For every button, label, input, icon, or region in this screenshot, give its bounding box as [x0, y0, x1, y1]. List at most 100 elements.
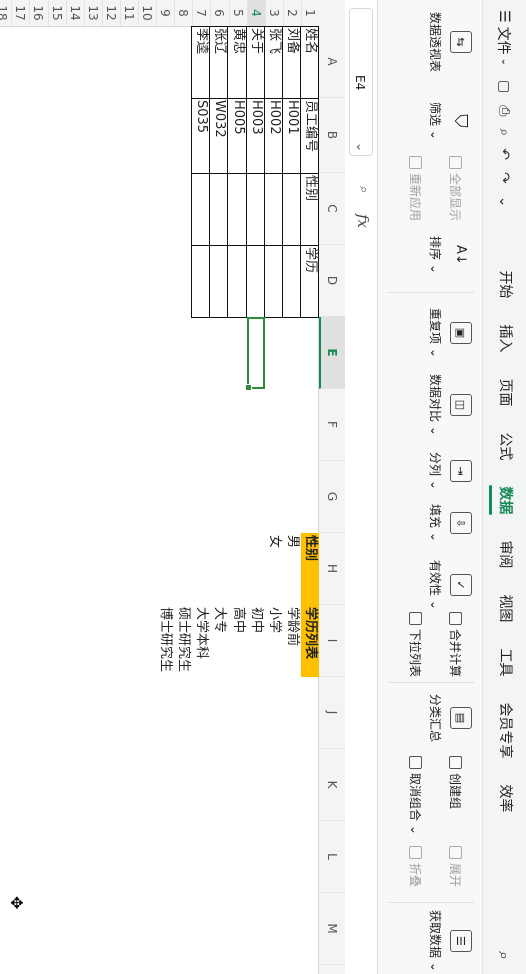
- get-data-button[interactable]: ☰ 获取数据 ⌄: [427, 910, 472, 972]
- tab-4[interactable]: 数据: [483, 473, 526, 527]
- column-header-e[interactable]: E: [319, 317, 345, 389]
- table-header-cell[interactable]: 性别: [301, 173, 319, 245]
- tab-5[interactable]: 审阅: [483, 527, 526, 581]
- table-cell[interactable]: S035: [192, 98, 210, 173]
- column-header-a[interactable]: A: [319, 26, 345, 98]
- ungroup-button[interactable]: 取消组合 ⌄: [407, 756, 424, 835]
- column-header-b[interactable]: B: [319, 98, 345, 173]
- print-preview-icon[interactable]: ⎙: [497, 105, 513, 116]
- edu-list-item[interactable]: 学龄前: [283, 605, 301, 677]
- compare-button[interactable]: ◫ 数据对比 ⌄: [427, 374, 472, 436]
- tab-9[interactable]: 效率: [483, 771, 526, 825]
- search-icon[interactable]: ⌕: [495, 951, 515, 960]
- dropdown-list-button[interactable]: 下拉列表: [407, 612, 424, 677]
- row-header-9[interactable]: 9: [156, 0, 175, 26]
- undo-icon[interactable]: ↶: [497, 148, 513, 160]
- edu-list-header[interactable]: 学历列表: [300, 605, 319, 677]
- cell-grid[interactable]: 姓名 员工编号 性别 学历 刘备 H001 张飞 H002 关于 H003 黄忠 H005 张辽 W032…: [0, 26, 319, 974]
- row-header-11[interactable]: 11: [119, 0, 138, 26]
- gender-list-item[interactable]: 男: [283, 533, 301, 605]
- redo-icon[interactable]: ↷: [497, 172, 513, 184]
- name-box-chevron-icon[interactable]: ⌄: [349, 142, 373, 152]
- row-header-2[interactable]: 2: [282, 0, 301, 26]
- zoom-find-icon[interactable]: ⌕: [356, 186, 371, 193]
- pivot-table-button[interactable]: ⇆ 数据透视表: [427, 12, 472, 72]
- tab-0[interactable]: 开始: [483, 257, 526, 311]
- table-cell[interactable]: 刘备: [283, 26, 301, 98]
- row-header-1[interactable]: 1: [300, 0, 319, 26]
- consolidate-button[interactable]: 合并计算: [447, 612, 464, 677]
- validity-button[interactable]: ✓ 有效性 ⌄: [427, 560, 472, 610]
- reapply-button[interactable]: 重新应用: [407, 156, 424, 221]
- tab-8[interactable]: 会员专享: [483, 689, 526, 771]
- tab-2[interactable]: 页面: [483, 365, 526, 419]
- name-box[interactable]: E4: [349, 8, 373, 156]
- column-header-d[interactable]: D: [319, 245, 345, 317]
- duplicates-button[interactable]: ▣ 重复项 ⌄: [427, 308, 472, 358]
- table-cell[interactable]: 关于: [247, 26, 265, 98]
- row-header-5[interactable]: 5: [228, 0, 247, 26]
- subtotal-button[interactable]: ▤ 分类汇总: [427, 694, 472, 742]
- column-header-l[interactable]: L: [319, 821, 345, 893]
- column-header-h[interactable]: H: [319, 533, 345, 605]
- tab-7[interactable]: 工具: [483, 635, 526, 689]
- edu-list-item[interactable]: 大专: [210, 605, 228, 677]
- row-header-10[interactable]: 10: [138, 0, 157, 26]
- collapse-button[interactable]: 折叠: [407, 846, 424, 887]
- expand-button[interactable]: 展开: [447, 846, 464, 887]
- table-cell[interactable]: H003: [247, 98, 265, 173]
- row-header-6[interactable]: 6: [210, 0, 229, 26]
- split-column-button[interactable]: ⇥ 分列 ⌄: [427, 452, 472, 490]
- row-header-17[interactable]: 17: [11, 0, 30, 26]
- table-header-cell[interactable]: 员工编号: [301, 98, 319, 173]
- gender-list-item[interactable]: 女: [265, 533, 283, 605]
- edu-list-item[interactable]: 大学本科: [192, 605, 210, 677]
- table-cell[interactable]: 张飞: [265, 26, 283, 98]
- selected-cell-e4[interactable]: [246, 317, 265, 389]
- column-header-k[interactable]: K: [319, 749, 345, 821]
- table-cell[interactable]: H001: [283, 98, 301, 173]
- table-cell[interactable]: 张辽: [210, 26, 228, 98]
- row-header-4[interactable]: 4: [246, 0, 265, 26]
- row-header-12[interactable]: 12: [101, 0, 120, 26]
- row-header-7[interactable]: 7: [192, 0, 211, 26]
- save-icon[interactable]: ▢: [497, 80, 513, 93]
- edu-list-item[interactable]: 高中: [229, 605, 247, 677]
- column-header-c[interactable]: C: [319, 173, 345, 245]
- table-cell[interactable]: 黄忠: [229, 26, 247, 98]
- tab-3[interactable]: 公式: [483, 419, 526, 473]
- fx-icon[interactable]: fx: [354, 214, 372, 228]
- table-header-cell[interactable]: 姓名: [301, 26, 319, 98]
- row-header-3[interactable]: 3: [264, 0, 283, 26]
- filter-button[interactable]: ⛉ 筛选 ⌄: [427, 102, 472, 140]
- table-cell[interactable]: W032: [210, 98, 228, 173]
- tab-6[interactable]: 视图: [483, 581, 526, 635]
- table-header-cell[interactable]: 学历: [301, 245, 319, 317]
- create-group-button[interactable]: 创建组: [447, 756, 464, 809]
- row-header-15[interactable]: 15: [47, 0, 66, 26]
- edu-list-item[interactable]: 博士研究生: [156, 605, 174, 677]
- table-cell[interactable]: H005: [229, 98, 247, 173]
- edu-list-item[interactable]: 初中: [247, 605, 265, 677]
- row-header-13[interactable]: 13: [83, 0, 102, 26]
- column-header-f[interactable]: F: [319, 389, 345, 461]
- row-header-16[interactable]: 16: [29, 0, 48, 26]
- chevron-down-icon[interactable]: ⌄: [499, 58, 510, 66]
- sort-button[interactable]: A↓ 排序 ⌄: [427, 236, 472, 274]
- column-header-i[interactable]: I: [319, 605, 345, 677]
- column-header-g[interactable]: G: [319, 461, 345, 533]
- file-menu[interactable]: 文件: [495, 27, 515, 55]
- fill-button[interactable]: ⇩ 填充 ⌄: [427, 504, 472, 542]
- hamburger-icon[interactable]: ☰: [497, 10, 513, 23]
- table-cell[interactable]: 李逵: [192, 26, 210, 98]
- row-header-8[interactable]: 8: [174, 0, 193, 26]
- find-icon[interactable]: ⌕: [497, 128, 513, 136]
- row-header-18[interactable]: 18: [0, 0, 12, 26]
- table-cell[interactable]: H002: [265, 98, 283, 173]
- row-header-14[interactable]: 14: [65, 0, 84, 26]
- more-chevron-icon[interactable]: ⌄: [497, 196, 513, 208]
- column-header-m[interactable]: M: [319, 893, 345, 965]
- gender-list-header[interactable]: 性别: [300, 533, 319, 605]
- edu-list-item[interactable]: 小学: [265, 605, 283, 677]
- show-all-button[interactable]: 全部显示: [447, 156, 464, 221]
